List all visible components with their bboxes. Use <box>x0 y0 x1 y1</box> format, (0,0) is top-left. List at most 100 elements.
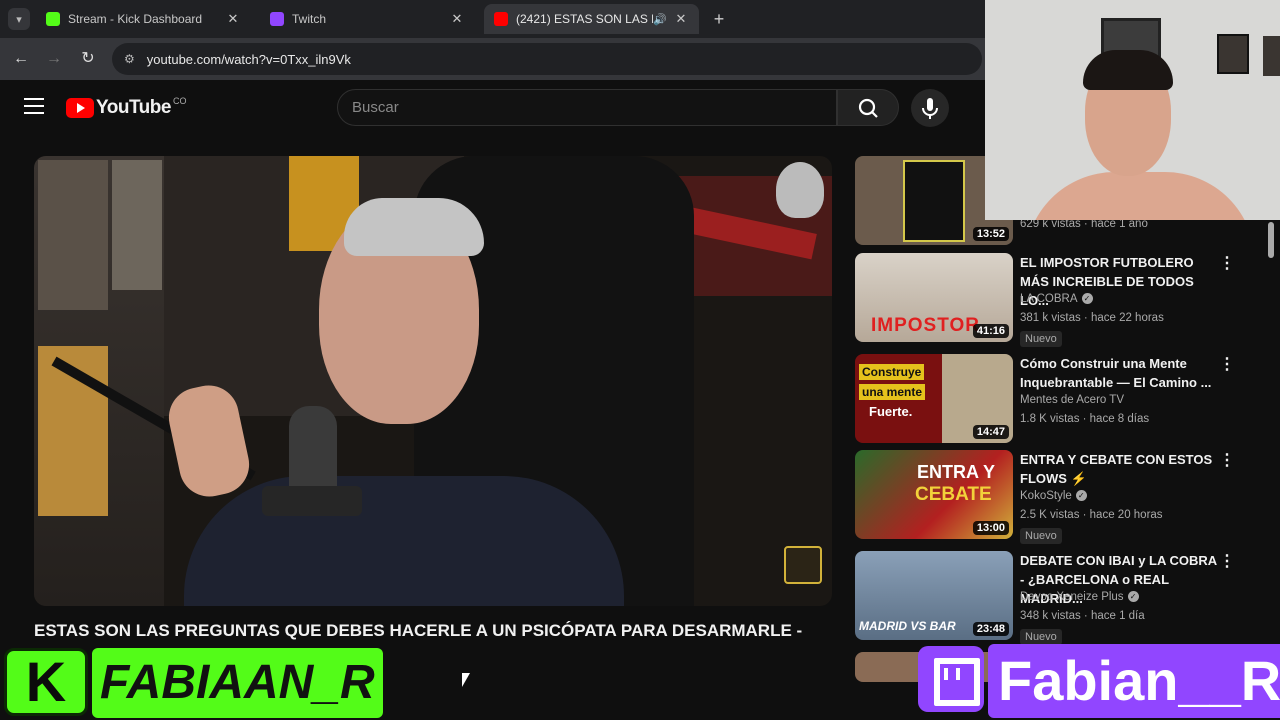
video-skull <box>776 162 824 218</box>
tab-title: Twitch <box>292 12 327 26</box>
new-badge: Nuevo <box>1020 629 1062 645</box>
search-button[interactable] <box>837 89 899 126</box>
browser-tab-bar: ▾ Stream - Kick Dashboard ✕ Twitch ✕ (24… <box>0 0 985 38</box>
channel-watermark[interactable] <box>784 546 822 584</box>
thumb-text: IMPOSTOR <box>871 315 980 336</box>
back-button[interactable]: ← <box>10 48 32 70</box>
video-meta: 348 k vistas · hace 1 día <box>1020 610 1145 622</box>
address-bar[interactable]: ⚙ youtube.com/watch?v=0Txx_iln9Vk <box>112 43 982 75</box>
channel-label: LA COBRA <box>1020 293 1078 305</box>
logo-text: YouTube <box>96 97 171 118</box>
video-person-body <box>184 476 624 606</box>
sidebar-scrollbar[interactable] <box>1268 222 1274 258</box>
youtube-logo[interactable]: YouTube CO <box>66 96 187 119</box>
streamer-hair <box>1083 50 1173 90</box>
tab-title: (2421) ESTAS SON LAS PREGUNTAS <box>516 12 653 26</box>
channel-name[interactable]: LA COBRA ✓ <box>1020 293 1093 305</box>
search-placeholder: Buscar <box>352 99 399 116</box>
kick-username: FABIAAN_R <box>92 648 383 718</box>
recommendation-item[interactable]: Construye una mente Fuerte. 14:47 Cómo C… <box>855 354 1265 446</box>
youtube-header: YouTube CO Buscar <box>0 80 985 136</box>
recommendation-item[interactable]: MADRID VS BAR 23:48 DEBATE CON IBAI y LA… <box>855 551 1265 645</box>
video-meta: 381 k vistas · hace 22 horas <box>1020 312 1164 324</box>
video-player[interactable] <box>34 156 832 606</box>
search-icon <box>858 98 878 118</box>
tab-kick-dashboard[interactable]: Stream - Kick Dashboard ✕ <box>36 4 251 34</box>
url-text: youtube.com/watch?v=0Txx_iln9Vk <box>146 51 351 67</box>
youtube-icon <box>494 12 508 26</box>
thumb-text: ENTRA Y <box>917 462 996 482</box>
streamer-body <box>1025 172 1255 220</box>
thumb-text: una mente <box>859 384 926 400</box>
tab-twitch[interactable]: Twitch ✕ <box>260 4 475 34</box>
webcam-overlay <box>985 0 1280 220</box>
search-input[interactable]: Buscar <box>337 89 837 126</box>
more-options-icon[interactable]: ⋮ <box>1219 553 1235 571</box>
kick-icon <box>46 12 60 26</box>
tab-youtube[interactable]: (2421) ESTAS SON LAS PREGUNTAS 🔊 ✕ <box>484 4 699 34</box>
channel-name[interactable]: KokoStyle ✓ <box>1020 490 1087 502</box>
more-options-icon[interactable]: ⋮ <box>1219 356 1235 374</box>
thumb-text: Fuerte. <box>869 404 913 419</box>
thumb-text: Construye <box>859 364 925 380</box>
browser-toolbar: ← → ↻ ⚙ youtube.com/watch?v=0Txx_iln9Vk <box>0 38 985 80</box>
channel-name[interactable]: Mentes de Acero TV <box>1020 394 1124 406</box>
wall-picture <box>1263 36 1280 76</box>
new-tab-button[interactable]: + <box>708 8 730 30</box>
video-meta: 2.5 K vistas · hace 20 horas <box>1020 509 1163 521</box>
channel-name[interactable]: Davoo Xeneize Plus ✓ <box>1020 591 1139 603</box>
video-thumbnail[interactable]: MADRID VS BAR 23:48 <box>855 551 1013 640</box>
thumb-text: MADRID VS BAR <box>859 619 956 633</box>
forward-button[interactable]: → <box>43 48 65 70</box>
recommendations-list: 13:52 629 k vistas · hace 1 año IMPOSTOR… <box>855 156 1265 686</box>
twitch-logo-icon <box>918 646 984 712</box>
channel-label: Davoo Xeneize Plus <box>1020 591 1124 603</box>
speaker-icon[interactable]: 🔊 <box>653 13 667 26</box>
voice-search-button[interactable] <box>911 89 949 127</box>
site-info-icon[interactable]: ⚙ <box>124 52 135 66</box>
youtube-play-icon <box>66 98 94 118</box>
recommendation-item[interactable]: ENTRA Y CEBATE 13:00 ENTRA Y CEBATE CON … <box>855 450 1265 544</box>
video-title: ESTAS SON LAS PREGUNTAS QUE DEBES HACERL… <box>34 621 803 640</box>
verified-icon: ✓ <box>1075 490 1087 502</box>
video-book <box>112 160 162 290</box>
twitch-icon <box>270 12 284 26</box>
video-book <box>38 160 108 310</box>
wall-picture <box>1217 34 1249 74</box>
twitch-username: Fabian__R <box>988 644 1280 718</box>
close-icon[interactable]: ✕ <box>673 11 689 27</box>
verified-icon: ✓ <box>1127 591 1139 603</box>
channel-label: KokoStyle <box>1020 490 1072 502</box>
video-person-hair <box>344 198 484 256</box>
reload-button[interactable]: ↻ <box>77 48 99 70</box>
verified-icon: ✓ <box>1081 293 1093 305</box>
tab-title: Stream - Kick Dashboard <box>68 12 203 26</box>
thumb-silhouette <box>903 160 965 242</box>
thumb-text: CEBATE <box>915 484 992 505</box>
microphone-icon <box>922 98 938 119</box>
recommendation-item[interactable]: IMPOSTOR 41:16 EL IMPOSTOR FUTBOLERO MÁS… <box>855 253 1265 347</box>
duration-badge: 41:16 <box>972 324 1009 338</box>
more-options-icon[interactable]: ⋮ <box>1219 452 1235 470</box>
duration-badge: 13:52 <box>972 227 1009 241</box>
video-title-link[interactable]: Cómo Construir una Mente Inquebrantable … <box>1020 354 1220 392</box>
screen: ▾ Stream - Kick Dashboard ✕ Twitch ✕ (24… <box>0 0 1280 720</box>
video-mic-mount <box>262 486 362 516</box>
video-thumbnail[interactable]: IMPOSTOR 41:16 <box>855 253 1013 342</box>
kick-logo-icon: K <box>4 648 88 716</box>
close-icon[interactable]: ✕ <box>225 11 241 27</box>
duration-badge: 23:48 <box>972 622 1009 636</box>
close-icon[interactable]: ✕ <box>449 11 465 27</box>
tab-search-button[interactable]: ▾ <box>8 8 30 30</box>
video-thumbnail[interactable]: ENTRA Y CEBATE 13:00 <box>855 450 1013 539</box>
mouse-cursor-icon <box>462 673 470 687</box>
more-options-icon[interactable]: ⋮ <box>1219 255 1235 273</box>
new-badge: Nuevo <box>1020 331 1062 347</box>
video-title-link[interactable]: ENTRA Y CEBATE CON ESTOS FLOWS ⚡ <box>1020 450 1220 488</box>
video-meta: 1.8 K vistas · hace 8 días <box>1020 413 1150 425</box>
country-code: CO <box>172 96 187 106</box>
duration-badge: 14:47 <box>972 425 1009 439</box>
channel-label: Mentes de Acero TV <box>1020 394 1124 406</box>
menu-icon[interactable] <box>24 98 44 114</box>
video-thumbnail[interactable]: Construye una mente Fuerte. 14:47 <box>855 354 1013 443</box>
